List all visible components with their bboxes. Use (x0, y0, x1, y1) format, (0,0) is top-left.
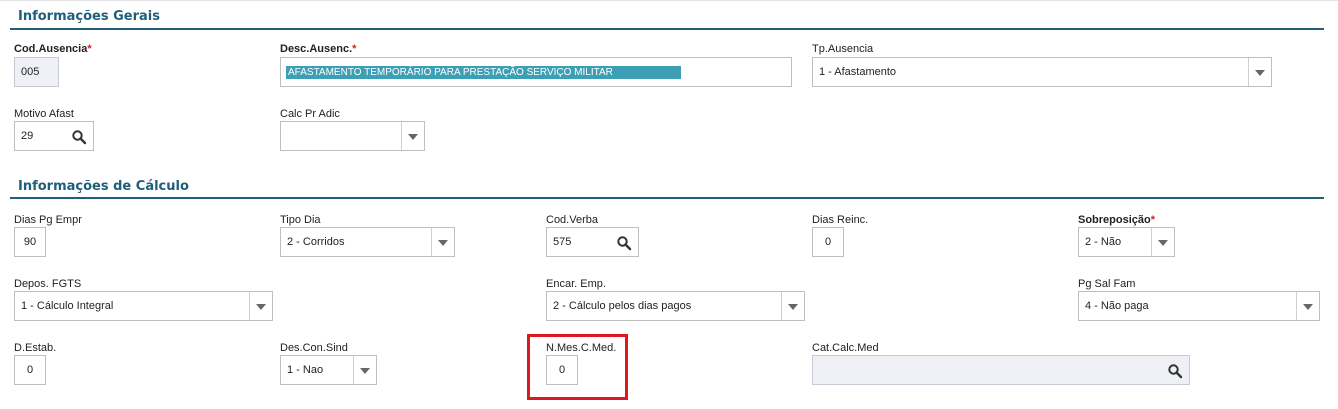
annotation-highlight-box (527, 334, 628, 400)
section-rule-general (10, 28, 1324, 30)
dias-pg-empr-input[interactable]: 90 (14, 227, 46, 257)
desc-ausenc-selected-text: AFASTAMENTO TEMPORÁRIO PARA PRESTAÇÃO SE… (286, 66, 681, 79)
search-icon[interactable] (616, 235, 632, 251)
motivo-afast-value: 29 (21, 130, 34, 142)
cod-verba-input[interactable]: 575 (546, 227, 639, 257)
chevron-down-icon[interactable] (249, 292, 272, 320)
chevron-down-icon[interactable] (781, 292, 804, 320)
cod-verba-value: 575 (553, 236, 572, 248)
sobreposicao-value: 2 - Não (1085, 236, 1122, 248)
cod-ausencia-field[interactable]: 005 (14, 57, 59, 87)
label-tp-ausencia: Tp.Ausencia (812, 43, 874, 55)
dias-pg-empr-value: 90 (23, 236, 37, 248)
search-icon[interactable] (71, 129, 87, 145)
label-dias-pg-empr: Dias Pg Empr (14, 214, 82, 226)
section-title-general: Informações Gerais (18, 9, 160, 24)
cod-ausencia-value: 005 (21, 66, 40, 78)
tp-ausencia-value: 1 - Afastamento (819, 66, 897, 78)
label-tipo-dia: Tipo Dia (280, 214, 321, 226)
chevron-down-icon[interactable] (1248, 58, 1271, 86)
dias-reinc-input[interactable]: 0 (812, 227, 844, 257)
label-pg-sal-fam: Pg Sal Fam (1078, 278, 1136, 290)
label-encar-emp: Encar. Emp. (546, 278, 606, 290)
chevron-down-icon[interactable] (1151, 228, 1174, 256)
pg-sal-fam-select[interactable]: 4 - Não paga (1078, 291, 1320, 321)
label-cod-verba: Cod.Verba (546, 214, 598, 226)
encar-emp-value: 2 - Cálculo pelos dias pagos (553, 300, 692, 312)
label-cod-ausencia: Cod.Ausencia* (14, 43, 92, 55)
label-des-con-sind: Des.Con.Sind (280, 342, 348, 354)
desc-ausenc-input[interactable]: AFASTAMENTO TEMPORÁRIO PARA PRESTAÇÃO SE… (280, 57, 792, 87)
chevron-down-icon[interactable] (353, 356, 376, 384)
chevron-down-icon[interactable] (431, 228, 454, 256)
label-cat-calc-med: Cat.Calc.Med (812, 342, 879, 354)
top-divider (0, 0, 1338, 1)
motivo-afast-input[interactable]: 29 (14, 121, 94, 151)
chevron-down-icon[interactable] (1296, 292, 1319, 320)
chevron-down-icon[interactable] (401, 122, 424, 150)
dias-reinc-value: 0 (824, 236, 832, 248)
depos-fgts-value: 1 - Cálculo Integral (21, 300, 114, 312)
label-desc-ausenc: Desc.Ausenc.* (280, 43, 357, 55)
encar-emp-select[interactable]: 2 - Cálculo pelos dias pagos (546, 291, 805, 321)
sobreposicao-select[interactable]: 2 - Não (1078, 227, 1175, 257)
label-sobreposicao: Sobreposição* (1078, 214, 1156, 226)
section-title-calc: Informações de Cálculo (18, 179, 189, 194)
label-motivo-afast: Motivo Afast (14, 108, 74, 120)
tipo-dia-select[interactable]: 2 - Corridos (280, 227, 455, 257)
d-estab-input[interactable]: 0 (14, 355, 46, 385)
depos-fgts-select[interactable]: 1 - Cálculo Integral (14, 291, 273, 321)
calc-pr-adic-select[interactable] (280, 121, 425, 151)
section-rule-calc (10, 197, 1324, 199)
search-icon[interactable] (1167, 363, 1183, 379)
cat-calc-med-input[interactable] (812, 355, 1190, 385)
label-depos-fgts: Depos. FGTS (14, 278, 82, 290)
pg-sal-fam-value: 4 - Não paga (1085, 300, 1149, 312)
d-estab-value: 0 (26, 364, 34, 376)
label-d-estab: D.Estab. (14, 342, 57, 354)
tipo-dia-value: 2 - Corridos (287, 236, 345, 248)
tp-ausencia-select[interactable]: 1 - Afastamento (812, 57, 1272, 87)
label-calc-pr-adic: Calc Pr Adic (280, 108, 340, 120)
label-dias-reinc: Dias Reinc. (812, 214, 869, 226)
des-con-sind-value: 1 - Nao (287, 364, 324, 376)
des-con-sind-select[interactable]: 1 - Nao (280, 355, 377, 385)
